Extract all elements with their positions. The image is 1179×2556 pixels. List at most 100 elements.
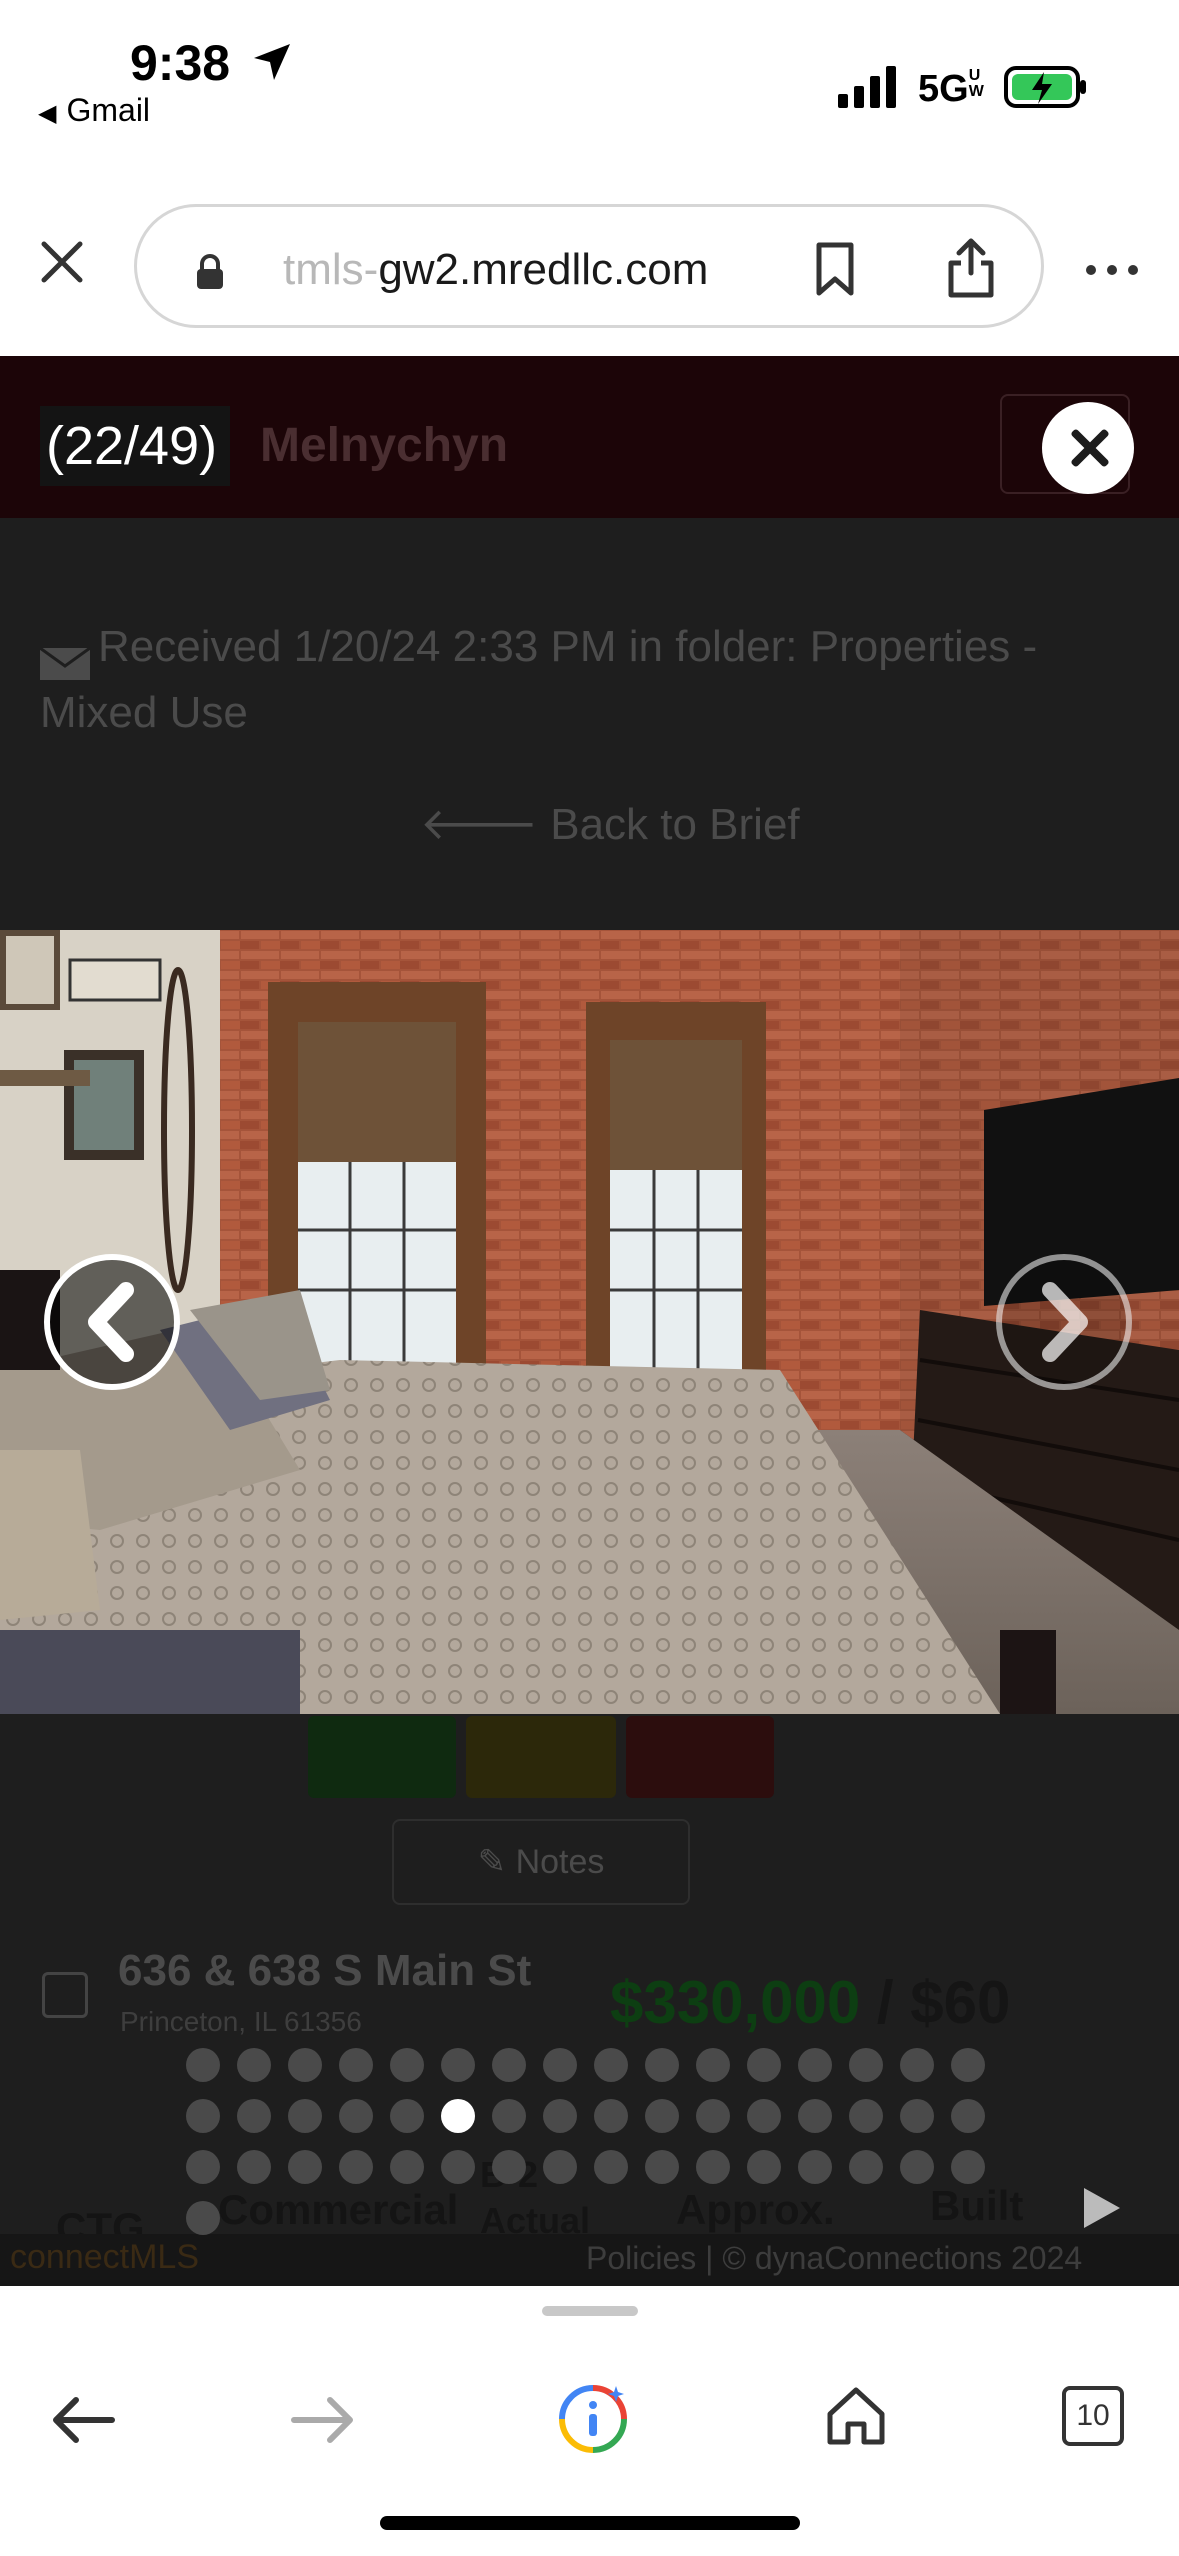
gallery-dot[interactable] <box>900 2150 934 2184</box>
gallery-dot[interactable] <box>951 2048 985 2082</box>
gallery-dot[interactable] <box>696 2150 730 2184</box>
google-lens-icon[interactable] <box>556 2382 630 2456</box>
url-domain: gw2.mredllc.com <box>378 245 709 294</box>
agent-name: Melnychyn <box>260 419 509 472</box>
gallery-dot[interactable] <box>492 2048 526 2082</box>
gallery-dot[interactable] <box>186 2048 220 2082</box>
gallery-dot[interactable] <box>390 2048 424 2082</box>
gallery-dot[interactable] <box>645 2099 679 2133</box>
gallery-dot[interactable] <box>339 2048 373 2082</box>
gallery-dot[interactable] <box>645 2150 679 2184</box>
gallery-dot[interactable] <box>288 2048 322 2082</box>
favorite-flag[interactable] <box>308 1716 456 1798</box>
gallery-dot[interactable] <box>798 2048 832 2082</box>
gallery-dot[interactable] <box>441 2048 475 2082</box>
received-info: Received 1/20/24 2:33 PM in folder: Prop… <box>39 614 1150 746</box>
gallery-dot[interactable] <box>543 2150 577 2184</box>
more-options-icon[interactable] <box>1085 264 1139 276</box>
gallery-dot[interactable] <box>186 2150 220 2184</box>
back-to-brief-label: Back to Brief <box>550 800 800 849</box>
bookmark-icon[interactable] <box>813 241 857 297</box>
next-photo-button[interactable] <box>996 1254 1132 1390</box>
share-icon[interactable] <box>945 235 997 299</box>
gallery-dot[interactable] <box>594 2048 628 2082</box>
select-checkbox[interactable] <box>42 1972 88 2018</box>
network-type: 5GUW <box>918 68 987 111</box>
chevron-left-icon <box>88 1282 134 1362</box>
gallery-dot[interactable] <box>747 2150 781 2184</box>
back-to-app-link[interactable]: ◀ Gmail <box>38 92 150 129</box>
listing-address: 636 & 638 S Main St <box>118 1946 532 1995</box>
gallery-dot[interactable] <box>543 2048 577 2082</box>
gallery-dot[interactable] <box>492 2099 526 2133</box>
chevron-right-icon <box>1042 1282 1088 1362</box>
network-label: 5G <box>918 68 969 110</box>
notes-label: Notes <box>515 1843 605 1881</box>
gallery-dot[interactable] <box>696 2099 730 2133</box>
footer-policies[interactable]: Policies | © dynaConnections 2024 <box>586 2240 1082 2277</box>
status-bar: 9:38 ◀ Gmail 5GUW <box>0 0 1179 150</box>
home-icon[interactable] <box>824 2384 888 2448</box>
gallery-dot[interactable] <box>900 2099 934 2133</box>
gallery-dot[interactable] <box>849 2150 883 2184</box>
category-commercial: Commercial <box>218 2186 459 2233</box>
gallery-dot[interactable] <box>237 2099 271 2133</box>
battery-charging-icon <box>1004 66 1086 108</box>
gallery-dot[interactable] <box>951 2099 985 2133</box>
gallery-dot[interactable] <box>237 2150 271 2184</box>
gallery-dot[interactable] <box>747 2099 781 2133</box>
gallery-dot[interactable] <box>900 2048 934 2082</box>
gallery-dot[interactable] <box>543 2099 577 2133</box>
address-bar[interactable]: tmls-gw2.mredllc.com <box>134 204 1044 328</box>
notes-button[interactable]: ✎ Notes <box>392 1819 690 1905</box>
gallery-dot[interactable] <box>441 2099 475 2133</box>
location-arrow-icon <box>254 44 290 80</box>
listing-price: $330,000 / $60 <box>610 1968 1010 2037</box>
sheet-handle[interactable] <box>542 2306 638 2316</box>
gallery-dot[interactable] <box>288 2099 322 2133</box>
gallery-dot[interactable] <box>951 2150 985 2184</box>
home-indicator[interactable] <box>380 2516 800 2530</box>
connectmls-logo: connectMLS <box>10 2238 199 2276</box>
gallery-counter: (22/49) <box>40 406 230 486</box>
gallery-dot[interactable] <box>186 2201 220 2235</box>
maybe-flag[interactable] <box>466 1716 616 1798</box>
gallery-dot[interactable] <box>798 2150 832 2184</box>
envelope-icon <box>39 633 91 681</box>
signal-icon <box>838 66 896 108</box>
back-app-label: Gmail <box>66 92 151 128</box>
gallery-dot[interactable] <box>747 2048 781 2082</box>
arrow-left-icon: 🡐 <box>420 800 551 849</box>
gallery-dot[interactable] <box>237 2048 271 2082</box>
gallery-dot[interactable] <box>492 2150 526 2184</box>
price-value: $330,000 <box>610 1969 861 2036</box>
status-time: 9:38 <box>130 35 231 91</box>
back-triangle-icon: ◀ <box>38 100 57 127</box>
gallery-dot[interactable] <box>390 2150 424 2184</box>
price-rest: / $60 <box>860 1969 1011 2036</box>
gallery-dot[interactable] <box>594 2099 628 2133</box>
tabs-count-button[interactable]: 10 <box>1062 2386 1124 2446</box>
gallery-dot[interactable] <box>798 2099 832 2133</box>
gallery-dot[interactable] <box>186 2099 220 2133</box>
previous-photo-button[interactable] <box>44 1254 180 1390</box>
gallery-dot[interactable] <box>339 2150 373 2184</box>
gallery-dot[interactable] <box>288 2150 322 2184</box>
url-text: tmls-gw2.mredllc.com <box>283 245 708 295</box>
close-gallery-button[interactable] <box>1042 402 1134 494</box>
gallery-dot[interactable] <box>849 2099 883 2133</box>
gallery-dot[interactable] <box>339 2099 373 2133</box>
back-arrow-icon[interactable] <box>48 2392 118 2448</box>
listing-city: Princeton, IL 61356 <box>120 2006 362 2037</box>
reject-flag[interactable] <box>626 1716 774 1798</box>
back-to-brief-link[interactable]: 🡐 Back to Brief <box>420 796 800 850</box>
gallery-dot[interactable] <box>645 2048 679 2082</box>
forward-arrow-icon[interactable] <box>288 2392 358 2448</box>
gallery-dot[interactable] <box>390 2099 424 2133</box>
close-tab-icon[interactable] <box>40 240 84 284</box>
gallery-dot[interactable] <box>696 2048 730 2082</box>
gallery-dot[interactable] <box>849 2048 883 2082</box>
play-icon[interactable] <box>1080 2184 1124 2232</box>
gallery-dot[interactable] <box>441 2150 475 2184</box>
gallery-dot[interactable] <box>594 2150 628 2184</box>
